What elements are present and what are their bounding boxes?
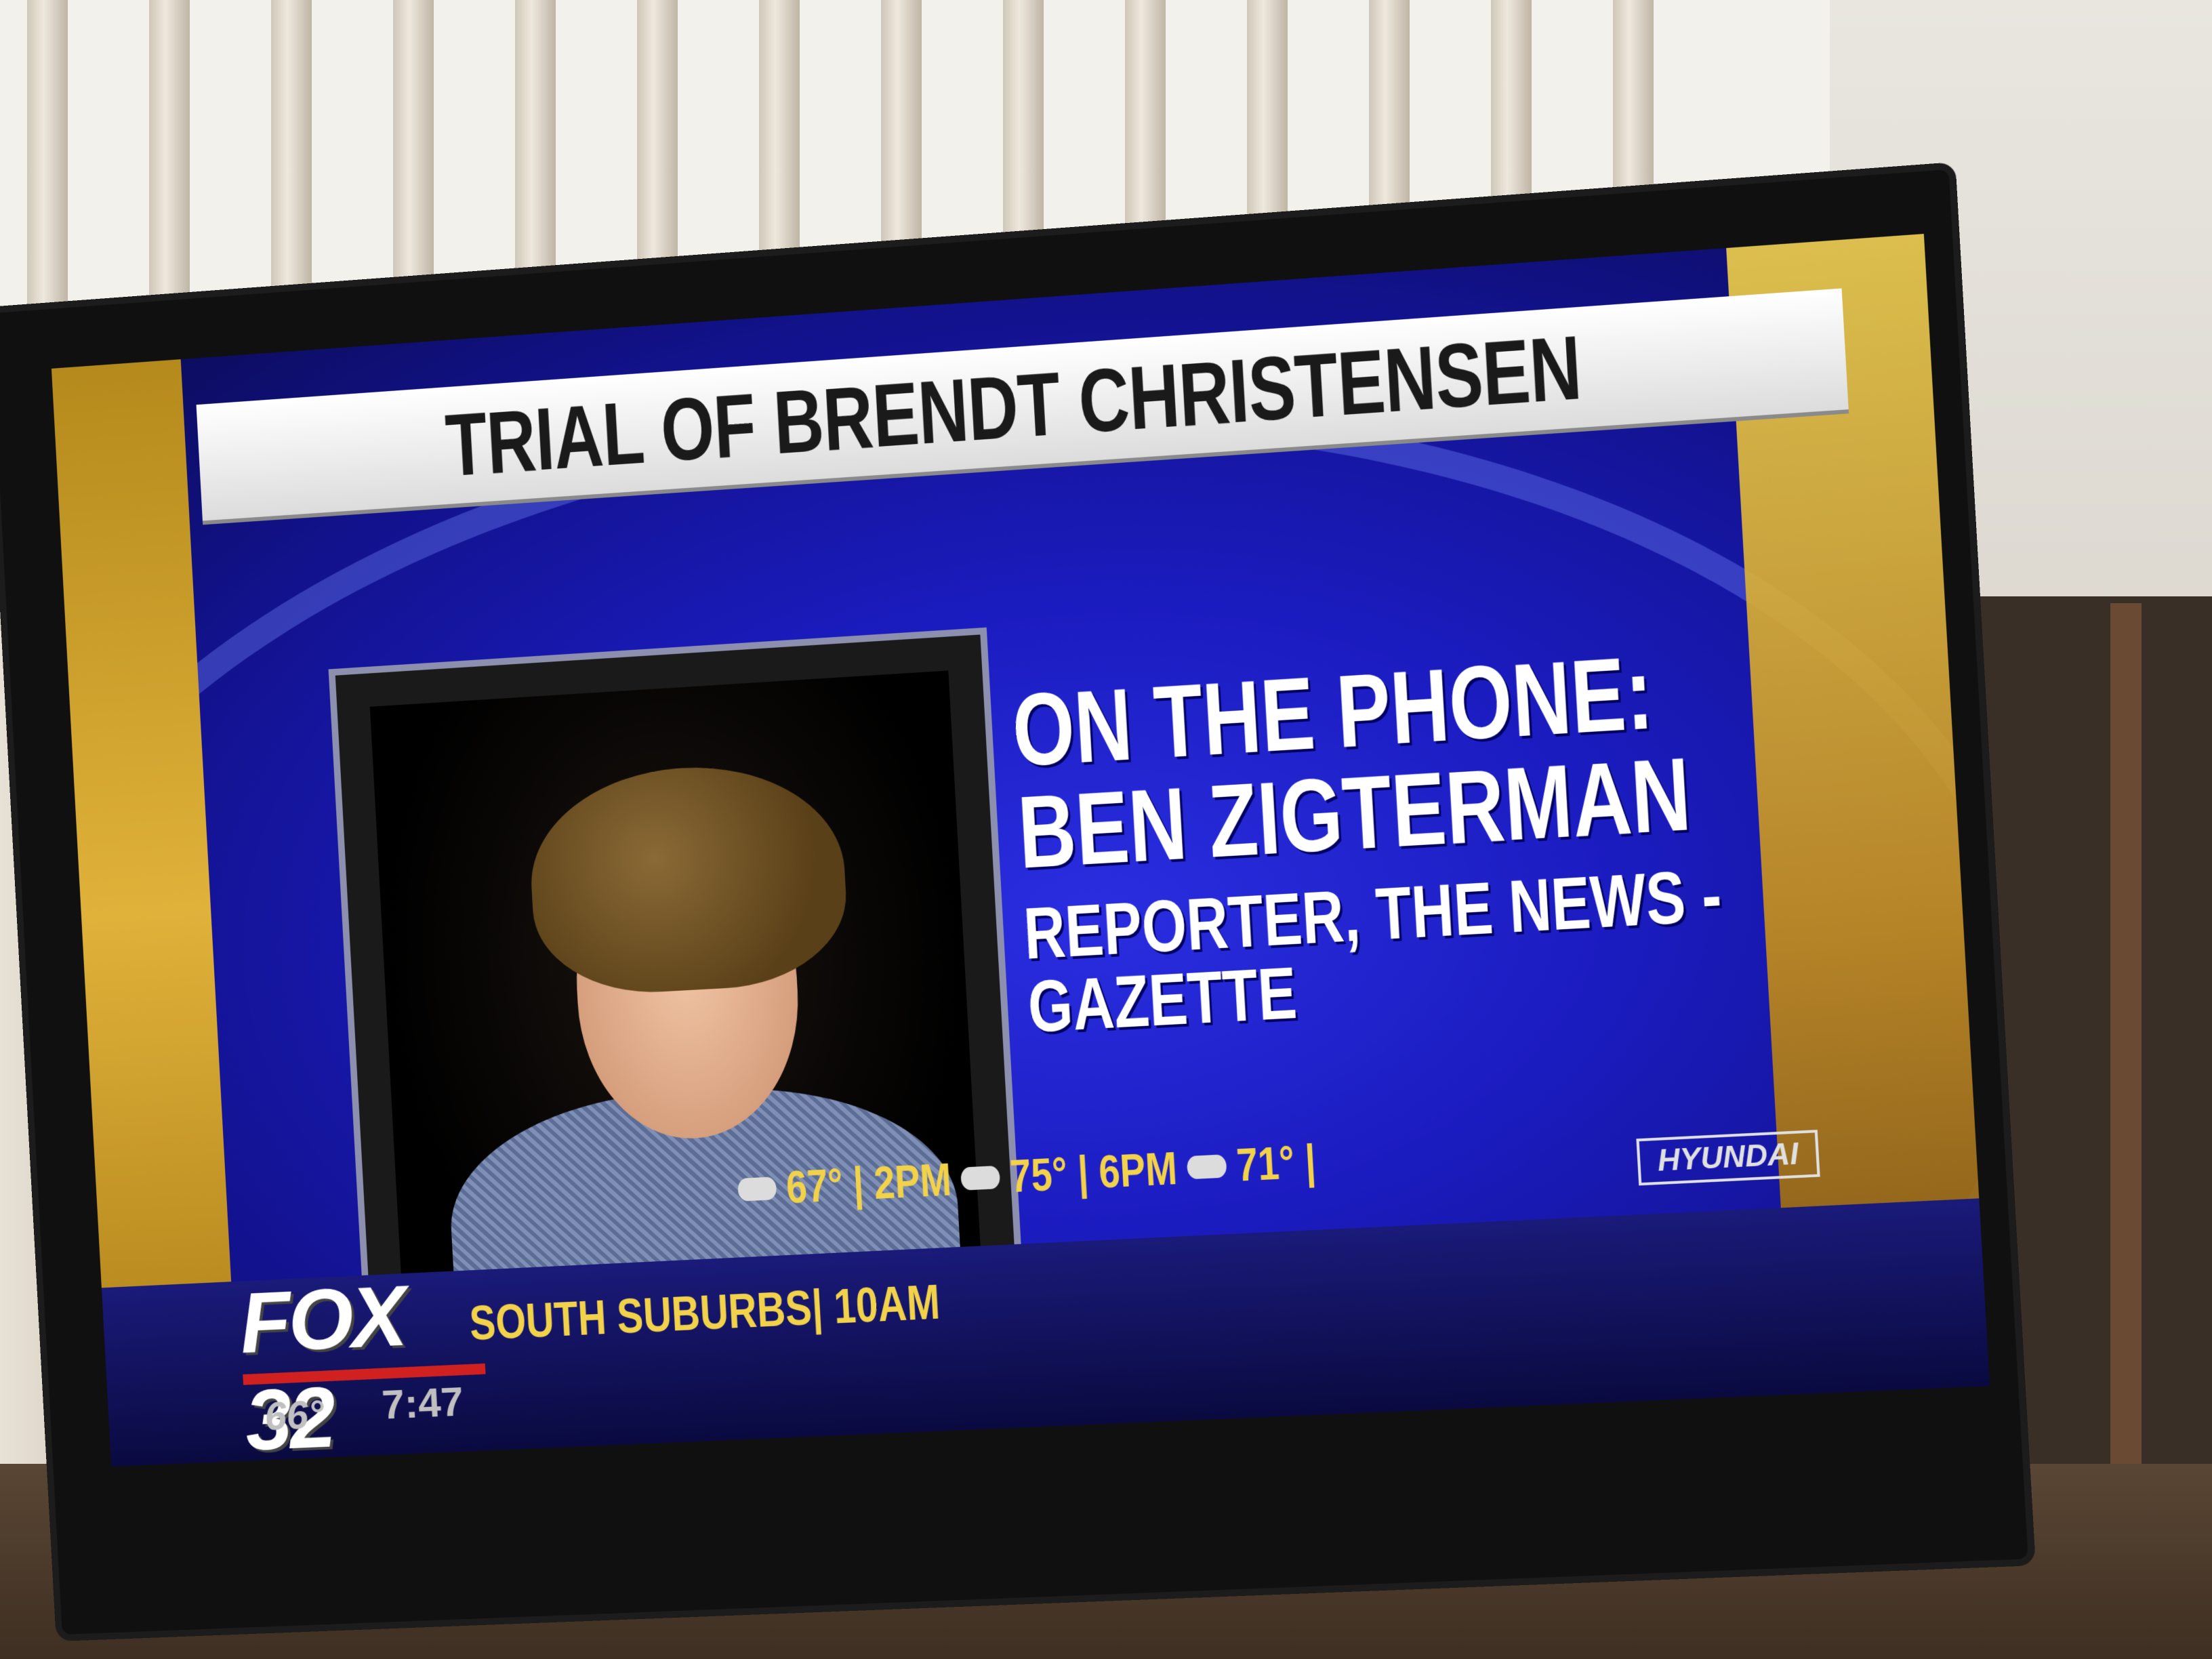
separator: | bbox=[841, 1158, 876, 1211]
headline-text: TRIAL OF BRENDT CHRISTENSEN bbox=[443, 316, 1584, 495]
current-time: 7:47 bbox=[380, 1378, 465, 1429]
cloud-icon bbox=[737, 1176, 777, 1202]
cloud-icon bbox=[1186, 1154, 1227, 1180]
window-blind-slat bbox=[393, 0, 434, 325]
forecast-temp-3: 71° bbox=[1235, 1136, 1296, 1191]
forecast-region: SOUTH SUBURBS bbox=[468, 1281, 814, 1351]
forecast-time-2: 2PM bbox=[872, 1153, 953, 1209]
forecast-temp-2: 75° bbox=[1008, 1147, 1069, 1203]
window-blind-slat bbox=[27, 0, 68, 325]
forecast-time-3: 6PM bbox=[1097, 1142, 1179, 1198]
sponsor-logo: HYUNDAI bbox=[1636, 1130, 1820, 1186]
headline-banner: TRIAL OF BRENDT CHRISTENSEN bbox=[196, 288, 1849, 521]
current-temperature: 66° bbox=[263, 1391, 325, 1439]
window-blind-slat bbox=[149, 0, 190, 325]
television: TRIAL OF BRENDT CHRISTENSEN ON THE PHONE… bbox=[0, 169, 2028, 1635]
guest-info: ON THE PHONE: BEN ZIGTERMAN REPORTER, TH… bbox=[1010, 633, 1790, 1048]
station-logo: FOX 32 66° 7:47 bbox=[237, 1263, 495, 1467]
guest-hair bbox=[525, 758, 851, 999]
cloud-icon bbox=[960, 1165, 1001, 1191]
separator: | bbox=[810, 1279, 836, 1336]
forecast-temp-1: 67° bbox=[785, 1159, 844, 1214]
separator: | bbox=[1065, 1146, 1101, 1200]
tv-screen: TRIAL OF BRENDT CHRISTENSEN ON THE PHONE… bbox=[51, 234, 1990, 1467]
forecast-time-1: 10AM bbox=[832, 1275, 941, 1334]
separator: | bbox=[1292, 1135, 1317, 1189]
window-blind-slat bbox=[271, 0, 312, 325]
